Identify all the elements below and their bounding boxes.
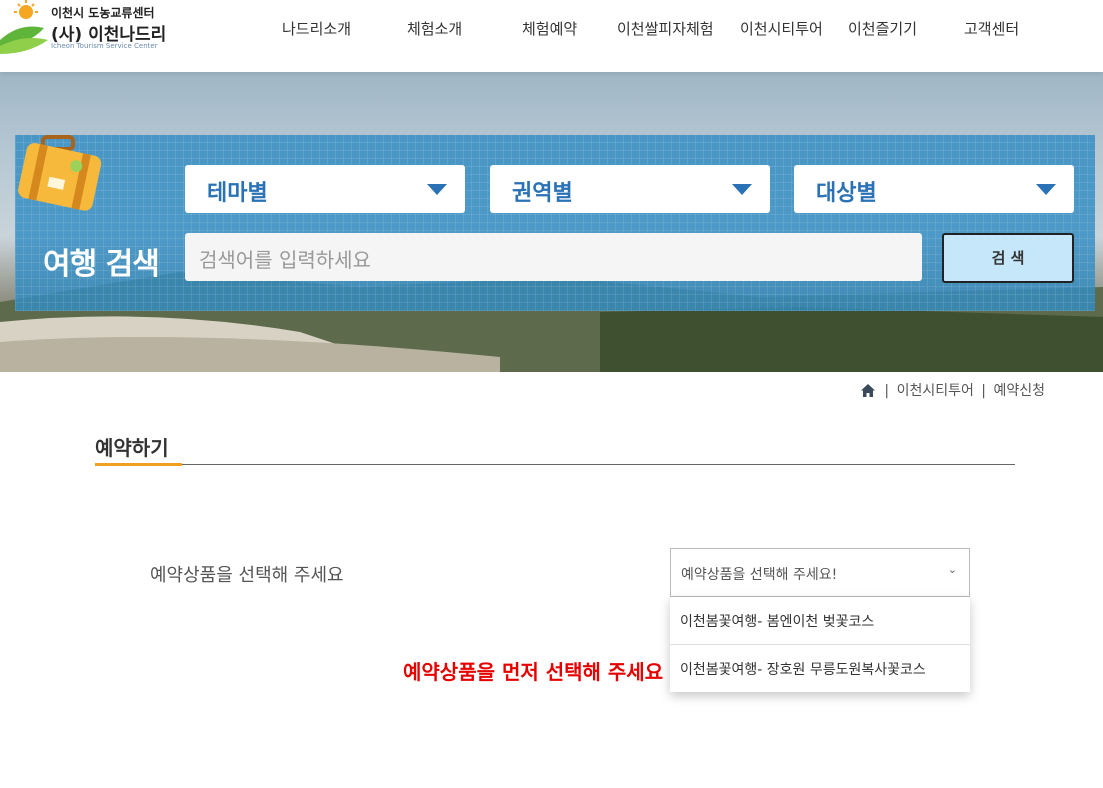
target-select[interactable]: 대상별 <box>794 165 1074 213</box>
home-icon[interactable] <box>860 384 875 397</box>
product-select-label: 예약상품을 선택해 주세요 <box>150 565 344 586</box>
suitcase-icon <box>18 135 102 211</box>
triangle-down-icon <box>427 184 447 195</box>
hero-banner: 여행 검색 테마별 권역별 대상별 검색어를 입력하세요 검 색 <box>0 72 1103 372</box>
breadcrumb-separator: | <box>884 383 890 399</box>
search-input[interactable]: 검색어를 입력하세요 <box>185 233 922 281</box>
section-divider <box>95 464 1015 465</box>
product-select-value: 예약상품을 선택해 주세요! <box>681 567 838 583</box>
travel-search-panel: 여행 검색 테마별 권역별 대상별 검색어를 입력하세요 검 색 <box>15 135 1095 311</box>
nav-item-enjoy[interactable]: 이천즐기기 <box>848 18 917 39</box>
product-dropdown: 이천봄꽃여행- 봄엔이천 벚꽃코스 이천봄꽃여행- 장호원 무릉도원복사꽃코스 <box>670 597 970 692</box>
breadcrumb-item-reservation[interactable]: 예약신청 <box>993 383 1045 399</box>
section-accent-bar <box>95 463 182 466</box>
breadcrumb: | 이천시티투어 | 예약신청 <box>860 380 1045 400</box>
nav-item-experience[interactable]: 체험소개 <box>407 18 462 39</box>
nav-item-support[interactable]: 고객센터 <box>964 18 1019 39</box>
site-header: 이천시 도농교류센터 (사) 이천나드리 Icheon Tourism Serv… <box>0 0 1103 72</box>
logo-subtitle: 이천시 도농교류센터 <box>51 6 155 20</box>
search-button[interactable]: 검 색 <box>942 233 1074 283</box>
logo-mark-icon <box>0 0 48 54</box>
theme-select-label: 테마별 <box>207 181 268 206</box>
nav-item-about[interactable]: 나드리소개 <box>282 18 351 39</box>
nav-item-pizza[interactable]: 이천쌀피자체험 <box>617 18 714 39</box>
warning-notice: 예약상품을 먼저 선택해 주세요 <box>403 660 664 684</box>
target-select-label: 대상별 <box>816 181 877 206</box>
product-select[interactable]: 예약상품을 선택해 주세요! ⌄ <box>670 548 970 597</box>
chevron-down-icon: ⌄ <box>947 563 957 576</box>
region-select-label: 권역별 <box>512 181 573 206</box>
breadcrumb-separator: | <box>981 383 987 399</box>
logo-english: Icheon Tourism Service Center <box>51 42 158 50</box>
page-title: 예약하기 <box>95 436 169 460</box>
panel-title: 여행 검색 <box>43 247 160 282</box>
nav-item-reservation[interactable]: 체험예약 <box>522 18 577 39</box>
region-select[interactable]: 권역별 <box>490 165 770 213</box>
dropdown-option[interactable]: 이천봄꽃여행- 장호원 무릉도원복사꽃코스 <box>670 644 970 691</box>
breadcrumb-item-citytour[interactable]: 이천시티투어 <box>897 383 974 399</box>
site-logo[interactable]: 이천시 도농교류센터 (사) 이천나드리 Icheon Tourism Serv… <box>0 0 170 60</box>
theme-select[interactable]: 테마별 <box>185 165 465 213</box>
triangle-down-icon <box>1036 184 1056 195</box>
triangle-down-icon <box>732 184 752 195</box>
nav-item-citytour[interactable]: 이천시티투어 <box>740 18 823 39</box>
dropdown-option[interactable]: 이천봄꽃여행- 봄엔이천 벚꽃코스 <box>670 597 970 644</box>
